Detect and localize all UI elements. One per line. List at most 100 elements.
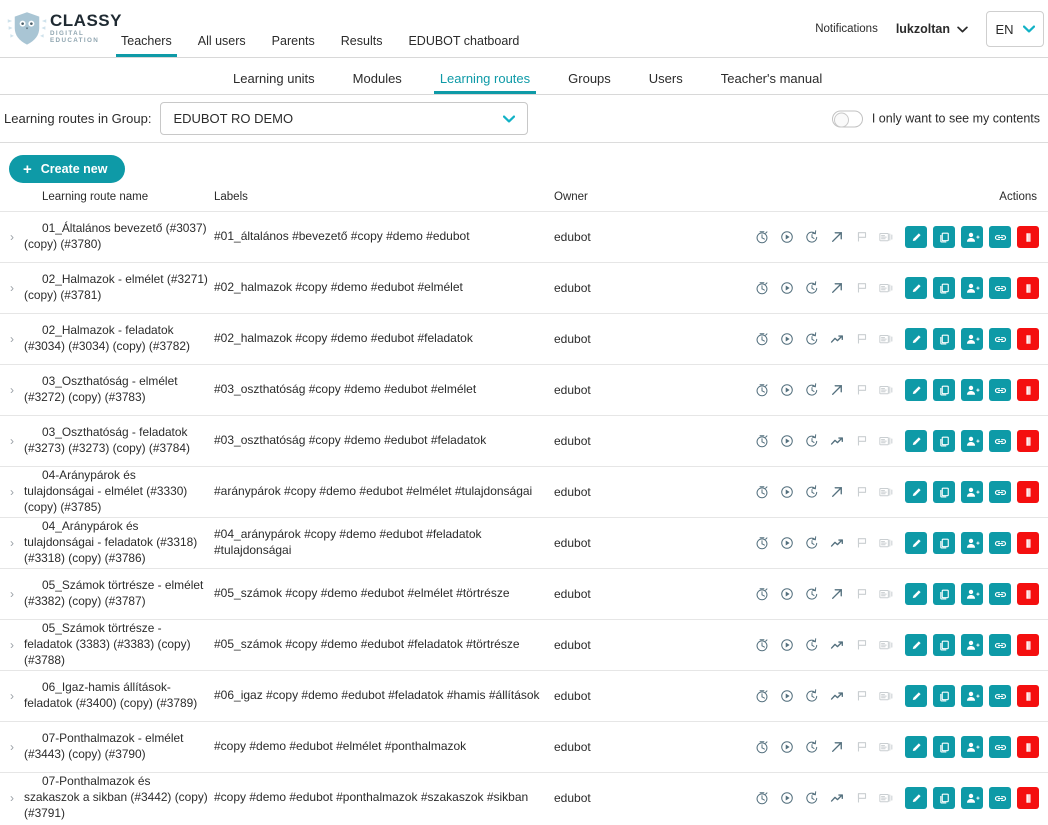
play-circle-icon[interactable] <box>774 328 799 350</box>
trend-icon[interactable] <box>824 379 849 401</box>
tab-learning-routes[interactable]: Learning routes <box>421 71 549 94</box>
history-icon[interactable] <box>799 532 824 554</box>
edit-button[interactable] <box>905 481 927 503</box>
duplicate-button[interactable] <box>933 226 955 248</box>
edit-button[interactable] <box>905 277 927 299</box>
duplicate-button[interactable] <box>933 787 955 809</box>
nav-item-results[interactable]: Results <box>328 34 396 57</box>
expand-row-toggle[interactable]: › <box>0 230 24 244</box>
expand-row-toggle[interactable]: › <box>0 281 24 295</box>
route-name[interactable]: 02_Halmazok - feladatok (#3034) (#3034) … <box>24 323 214 354</box>
add-user-button[interactable] <box>961 532 983 554</box>
play-circle-icon[interactable] <box>774 379 799 401</box>
timer-icon[interactable] <box>749 532 774 554</box>
tab-teachers-manual[interactable]: Teacher's manual <box>702 71 841 94</box>
trend-icon[interactable] <box>824 685 849 707</box>
history-icon[interactable] <box>799 736 824 758</box>
duplicate-button[interactable] <box>933 583 955 605</box>
link-button[interactable] <box>989 634 1011 656</box>
play-circle-icon[interactable] <box>774 583 799 605</box>
history-icon[interactable] <box>799 685 824 707</box>
expand-row-toggle[interactable]: › <box>0 383 24 397</box>
nav-item-parents[interactable]: Parents <box>259 34 328 57</box>
route-name[interactable]: 05_Számok törtrésze - feladatok (3383) (… <box>24 621 214 668</box>
delete-button[interactable] <box>1017 277 1039 299</box>
duplicate-button[interactable] <box>933 634 955 656</box>
history-icon[interactable] <box>799 226 824 248</box>
group-select[interactable]: EDUBOT RO DEMO <box>160 102 529 135</box>
timer-icon[interactable] <box>749 787 774 809</box>
delete-button[interactable] <box>1017 787 1039 809</box>
delete-button[interactable] <box>1017 583 1039 605</box>
history-icon[interactable] <box>799 277 824 299</box>
route-name[interactable]: 04_Aránypárok és tulajdonságai - feladat… <box>24 519 214 566</box>
play-circle-icon[interactable] <box>774 226 799 248</box>
trend-icon[interactable] <box>824 430 849 452</box>
trend-icon[interactable] <box>824 736 849 758</box>
add-user-button[interactable] <box>961 328 983 350</box>
expand-row-toggle[interactable]: › <box>0 485 24 499</box>
add-user-button[interactable] <box>961 277 983 299</box>
link-button[interactable] <box>989 532 1011 554</box>
add-user-button[interactable] <box>961 685 983 707</box>
edit-button[interactable] <box>905 583 927 605</box>
play-circle-icon[interactable] <box>774 430 799 452</box>
route-name[interactable]: 03_Oszthatóság - elmélet (#3272) (copy) … <box>24 374 214 405</box>
trend-icon[interactable] <box>824 532 849 554</box>
timer-icon[interactable] <box>749 634 774 656</box>
expand-row-toggle[interactable]: › <box>0 587 24 601</box>
trend-icon[interactable] <box>824 634 849 656</box>
duplicate-button[interactable] <box>933 430 955 452</box>
expand-row-toggle[interactable]: › <box>0 638 24 652</box>
link-button[interactable] <box>989 685 1011 707</box>
timer-icon[interactable] <box>749 736 774 758</box>
expand-row-toggle[interactable]: › <box>0 791 24 805</box>
trend-icon[interactable] <box>824 328 849 350</box>
expand-row-toggle[interactable]: › <box>0 332 24 346</box>
route-name[interactable]: 07-Ponthalmazok és szakaszok a sikban (#… <box>24 774 214 821</box>
timer-icon[interactable] <box>749 328 774 350</box>
nav-item-all-users[interactable]: All users <box>185 34 259 57</box>
add-user-button[interactable] <box>961 226 983 248</box>
edit-button[interactable] <box>905 379 927 401</box>
play-circle-icon[interactable] <box>774 532 799 554</box>
duplicate-button[interactable] <box>933 277 955 299</box>
history-icon[interactable] <box>799 787 824 809</box>
link-button[interactable] <box>989 787 1011 809</box>
route-name[interactable]: 02_Halmazok - elmélet (#3271) (copy) (#3… <box>24 272 214 303</box>
edit-button[interactable] <box>905 736 927 758</box>
edit-button[interactable] <box>905 430 927 452</box>
nav-item-edubot-chatboard[interactable]: EDUBOT chatboard <box>395 34 532 57</box>
tab-users[interactable]: Users <box>630 71 702 94</box>
play-circle-icon[interactable] <box>774 481 799 503</box>
delete-button[interactable] <box>1017 532 1039 554</box>
route-name[interactable]: 06_Igaz-hamis állítások-feladatok (#3400… <box>24 680 214 711</box>
timer-icon[interactable] <box>749 583 774 605</box>
history-icon[interactable] <box>799 430 824 452</box>
link-button[interactable] <box>989 226 1011 248</box>
link-button[interactable] <box>989 277 1011 299</box>
delete-button[interactable] <box>1017 328 1039 350</box>
play-circle-icon[interactable] <box>774 634 799 656</box>
trend-icon[interactable] <box>824 481 849 503</box>
route-name[interactable]: 03_Oszthatóság - feladatok (#3273) (#327… <box>24 425 214 456</box>
duplicate-button[interactable] <box>933 532 955 554</box>
delete-button[interactable] <box>1017 685 1039 707</box>
trend-icon[interactable] <box>824 277 849 299</box>
edit-button[interactable] <box>905 328 927 350</box>
tab-modules[interactable]: Modules <box>334 71 421 94</box>
expand-row-toggle[interactable]: › <box>0 740 24 754</box>
trend-icon[interactable] <box>824 226 849 248</box>
history-icon[interactable] <box>799 379 824 401</box>
timer-icon[interactable] <box>749 430 774 452</box>
add-user-button[interactable] <box>961 430 983 452</box>
user-menu[interactable]: lukzoltan <box>896 22 986 36</box>
history-icon[interactable] <box>799 583 824 605</box>
history-icon[interactable] <box>799 328 824 350</box>
timer-icon[interactable] <box>749 481 774 503</box>
timer-icon[interactable] <box>749 226 774 248</box>
route-name[interactable]: 04-Aránypárok és tulajdonságai - elmélet… <box>24 468 214 515</box>
delete-button[interactable] <box>1017 226 1039 248</box>
route-name[interactable]: 01_Általános bevezető (#3037) (copy) (#3… <box>24 221 214 252</box>
notifications-link[interactable]: Notifications <box>815 23 896 35</box>
